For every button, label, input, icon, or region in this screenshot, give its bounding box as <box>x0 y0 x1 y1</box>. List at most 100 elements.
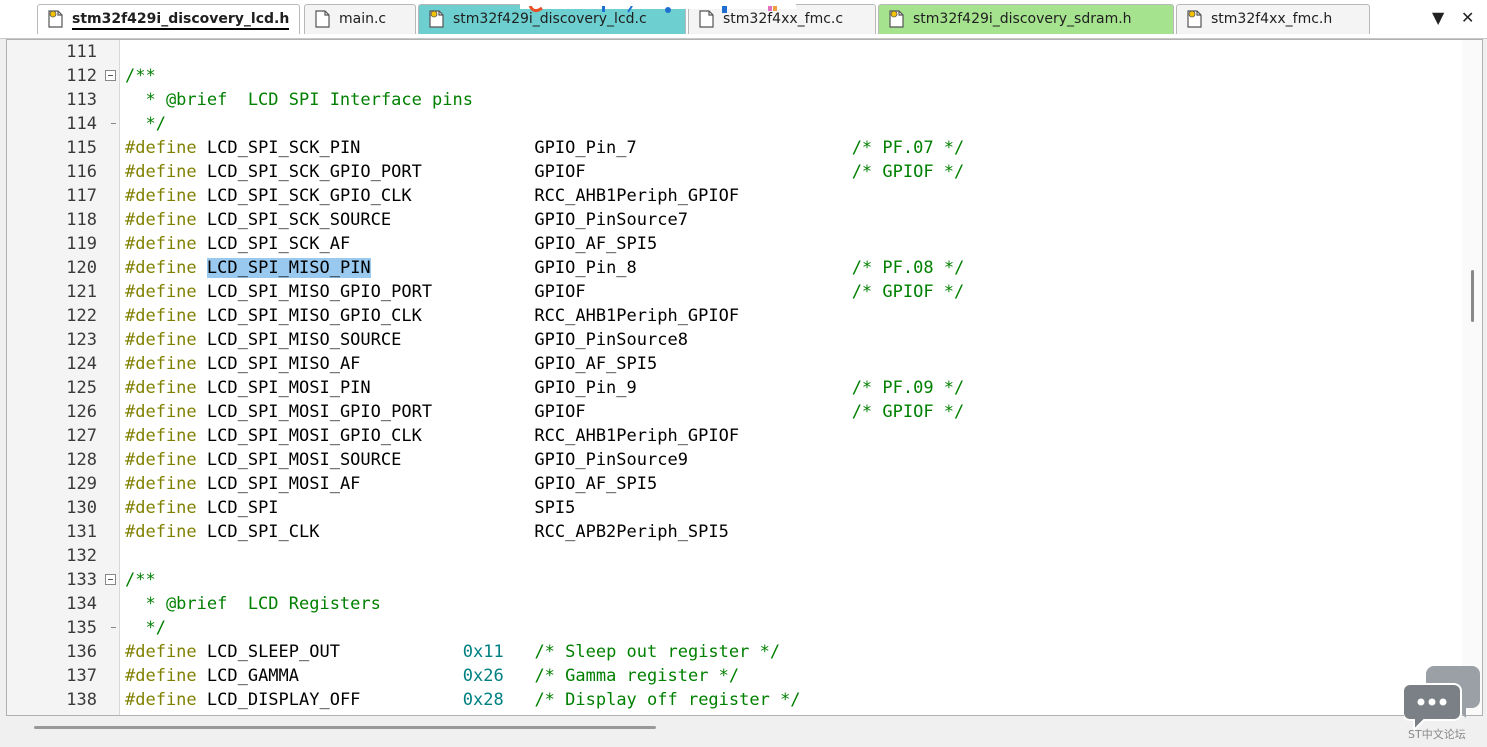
vertical-scrollbar[interactable] <box>1462 40 1482 715</box>
code-line[interactable]: 133 /** <box>7 568 1447 592</box>
code-line[interactable]: 119 #define LCD_SPI_SCK_AF GPIO_AF_SPI5 <box>7 232 1447 256</box>
code-editor[interactable]: 111 112/** 113 * @brief LCD SPI Interface … <box>6 39 1483 716</box>
fold-end-marker <box>111 123 116 124</box>
code-line[interactable]: 132 <box>7 544 1447 568</box>
fold-toggle-icon[interactable] <box>105 70 116 81</box>
line-number: 111 <box>66 42 97 62</box>
code-token: #define <box>125 306 197 326</box>
line-number: 133 <box>66 570 97 590</box>
code-token: LCD_SPI_MOSI_GPIO_PORT GPIOF <box>196 402 852 422</box>
fold-toggle-icon[interactable] <box>105 574 116 585</box>
code-token: #define <box>125 354 197 374</box>
vertical-scroll-thumb[interactable] <box>1471 270 1474 322</box>
code-text: #define LCD_SPI_SCK_AF GPIO_AF_SPI5 <box>125 232 657 256</box>
code-line[interactable]: 115 #define LCD_SPI_SCK_PIN GPIO_Pin_7 /*… <box>7 136 1447 160</box>
code-token: #define <box>125 402 197 422</box>
code-line[interactable]: 124 #define LCD_SPI_MISO_AF GPIO_AF_SPI5 <box>7 352 1447 376</box>
line-number: 135 <box>66 618 97 638</box>
code-token: #define <box>125 258 197 278</box>
code-line[interactable]: 112 /** <box>7 64 1447 88</box>
code-line[interactable]: 130 #define LCD_SPI SPI5 <box>7 496 1447 520</box>
close-tab-icon[interactable]: ✕ <box>1461 8 1474 27</box>
code-line[interactable]: 123 #define LCD_SPI_MISO_SOURCE GPIO_PinS… <box>7 328 1447 352</box>
line-number: 112 <box>66 66 97 86</box>
code-line[interactable]: 113 * @brief LCD SPI Interface pins <box>7 88 1447 112</box>
code-text: #define LCD_SPI_SCK_PIN GPIO_Pin_7 /* PF… <box>125 136 964 160</box>
header-file-icon <box>48 10 63 28</box>
code-text: #define LCD_SPI_SCK_GPIO_CLK RCC_AHB1Per… <box>125 184 739 208</box>
code-text: #define LCD_SPI_MISO_SOURCE GPIO_PinSour… <box>125 328 688 352</box>
code-token: LCD_SLEEP_OUT <box>196 642 463 662</box>
code-line[interactable]: 118 #define LCD_SPI_SCK_SOURCE GPIO_PinSo… <box>7 208 1447 232</box>
code-line[interactable]: 135 */ <box>7 616 1447 640</box>
code-token: LCD_SPI_MOSI_PIN GPIO_Pin_9 <box>196 378 852 398</box>
code-token: /* GPIOF */ <box>851 162 965 182</box>
code-token: #define <box>125 522 197 542</box>
code-line[interactable]: 127 #define LCD_SPI_MOSI_GPIO_CLK RCC_AHB… <box>7 424 1447 448</box>
toolbar-fragment <box>520 0 796 13</box>
code-line[interactable]: 138 #define LCD_DISPLAY_OFF 0x28 /* Displ… <box>7 688 1447 712</box>
source-file-icon <box>315 10 330 28</box>
code-text: * @brief LCD SPI Interface pins <box>125 88 473 112</box>
code-line[interactable]: 117 #define LCD_SPI_SCK_GPIO_CLK RCC_AHB1… <box>7 184 1447 208</box>
line-number: 117 <box>66 186 97 206</box>
code-line[interactable]: 121 #define LCD_SPI_MISO_GPIO_PORT GPIOF … <box>7 280 1447 304</box>
horizontal-scrollbar[interactable] <box>6 716 1456 742</box>
line-number: 132 <box>66 546 97 566</box>
tab-label: stm32f4xx_fmc.h <box>1211 11 1333 27</box>
code-line[interactable]: 137 #define LCD_GAMMA 0x26 /* Gamma regis… <box>7 664 1447 688</box>
line-number: 118 <box>66 210 97 230</box>
code-line[interactable]: 126 #define LCD_SPI_MOSI_GPIO_PORT GPIOF … <box>7 400 1447 424</box>
code-token: LCD_DISPLAY_OFF <box>196 690 463 710</box>
line-number: 136 <box>66 642 97 662</box>
code-line[interactable]: 129 #define LCD_SPI_MOSI_AF GPIO_AF_SPI5 <box>7 472 1447 496</box>
tab-list-dropdown-icon[interactable]: ▼ <box>1432 8 1444 27</box>
line-number: 138 <box>66 690 97 710</box>
code-text: #define LCD_SPI_MISO_GPIO_PORT GPIOF /* … <box>125 280 964 304</box>
code-text: #define LCD_SPI_MISO_AF GPIO_AF_SPI5 <box>125 352 657 376</box>
line-number: 124 <box>66 354 97 374</box>
code-token: */ <box>125 618 166 638</box>
tab-5[interactable]: stm32f4xx_fmc.h <box>1176 4 1370 34</box>
code-token: /* PF.09 */ <box>851 378 965 398</box>
code-token: #define <box>125 330 197 350</box>
code-line[interactable]: 122 #define LCD_SPI_MISO_GPIO_CLK RCC_AHB… <box>7 304 1447 328</box>
code-text: /** <box>125 568 156 592</box>
code-line[interactable]: 114 */ <box>7 112 1447 136</box>
code-line[interactable]: 111 <box>7 40 1447 64</box>
code-line[interactable]: 136 #define LCD_SLEEP_OUT 0x11 /* Sleep o… <box>7 640 1447 664</box>
code-token: LCD_SPI SPI5 <box>196 498 576 518</box>
code-text: #define LCD_SPI_MISO_GPIO_CLK RCC_AHB1Pe… <box>125 304 739 328</box>
code-line[interactable]: 131 #define LCD_SPI_CLK RCC_APB2Periph_SP… <box>7 520 1447 544</box>
toolbar-icons-fragment <box>528 5 777 13</box>
code-text: * @brief LCD Registers <box>125 592 381 616</box>
watermark-text: ST中文论坛 <box>1408 728 1466 741</box>
code-line[interactable]: 116 #define LCD_SPI_SCK_GPIO_PORT GPIOF /… <box>7 160 1447 184</box>
code-line[interactable]: 125 #define LCD_SPI_MOSI_PIN GPIO_Pin_9 /… <box>7 376 1447 400</box>
tab-1[interactable]: main.c <box>304 4 416 34</box>
line-number: 113 <box>66 90 97 110</box>
code-line[interactable]: 134 * @brief LCD Registers <box>7 592 1447 616</box>
code-token: * @brief LCD Registers <box>125 594 381 614</box>
code-token: LCD_SPI_MISO_SOURCE GPIO_PinSource8 <box>196 330 688 350</box>
horizontal-scroll-thumb[interactable] <box>34 726 656 729</box>
code-token: /* PF.07 */ <box>851 138 965 158</box>
tab-0[interactable]: stm32f429i_discovery_lcd.h <box>37 4 300 34</box>
line-number: 121 <box>66 282 97 302</box>
code-line[interactable]: 128 #define LCD_SPI_MOSI_SOURCE GPIO_PinS… <box>7 448 1447 472</box>
tab-4[interactable]: stm32f429i_discovery_sdram.h <box>878 4 1174 34</box>
code-token: #define <box>125 186 197 206</box>
code-line[interactable]: 120 #define LCD_SPI_MISO_PIN GPIO_Pin_8 /… <box>7 256 1447 280</box>
line-number: 120 <box>66 258 97 278</box>
code-token: /* Gamma register */ <box>534 666 740 686</box>
code-token: LCD_SPI_MISO_AF GPIO_AF_SPI5 <box>196 354 658 374</box>
tab-label: main.c <box>339 11 387 27</box>
code-text: #define LCD_SLEEP_OUT 0x11 /* Sleep out … <box>125 640 780 664</box>
code-text: */ <box>125 112 165 136</box>
line-number: 131 <box>66 522 97 542</box>
tab-bar: stm32f429i_discovery_lcd.h main.c stm32f42… <box>0 0 1487 39</box>
line-number: 134 <box>66 594 97 614</box>
